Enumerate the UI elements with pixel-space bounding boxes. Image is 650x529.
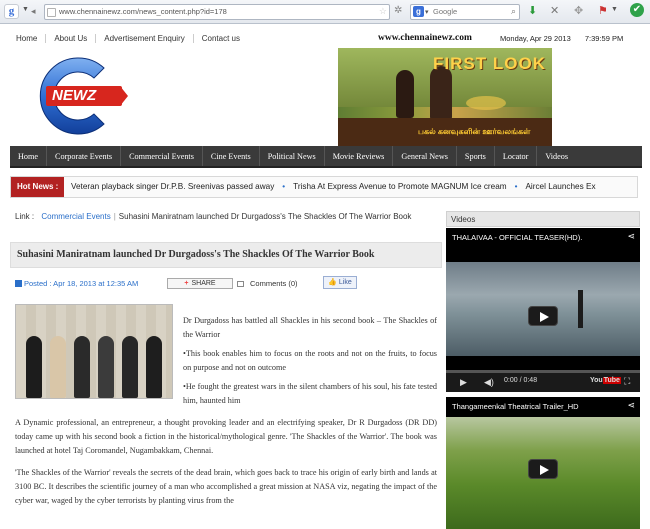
like-label: Like <box>338 279 352 286</box>
ticker-item[interactable]: Veteran playback singer Dr.P.B. Sreeniva… <box>71 182 274 191</box>
video-title[interactable]: Thangameenkal Theatrical Trailer_HD <box>452 402 579 411</box>
volume-icon[interactable]: ◀) <box>484 371 494 392</box>
play-small-icon[interactable]: ▶ <box>460 371 467 392</box>
top-nav-about[interactable]: About Us <box>46 33 97 43</box>
bullet-icon: • <box>514 182 518 191</box>
post-meta: Posted : Apr 18, 2013 at 12:35 AM + SHARE… <box>15 276 440 292</box>
hot-news-ticker: Hot News : Veteran playback singer Dr.P.… <box>10 176 638 198</box>
chevron-down-icon[interactable]: ▾ <box>425 8 429 16</box>
back-icon[interactable]: ◂ <box>31 4 36 18</box>
top-nav-advertisement[interactable]: Advertisement Enquiry <box>96 33 194 43</box>
tools-icon[interactable]: ✕ <box>550 4 559 18</box>
addon-icon[interactable]: ✥ <box>574 4 583 18</box>
breadcrumb-separator: | <box>113 212 116 221</box>
video-controls: ▶ ◀) 0:00 / 0:48 YouTube ⛶ <box>446 370 640 392</box>
site-domain: www.chennainewz.com <box>378 33 472 43</box>
nav-movie-reviews[interactable]: Movie Reviews <box>325 146 394 166</box>
video-player[interactable]: THALAIVAA - OFFICIAL TEASER(HD). ⋖ ▶ ◀) … <box>446 228 640 392</box>
facebook-like-button[interactable]: 👍 Like <box>323 276 357 289</box>
breadcrumb-label: Link : <box>15 212 35 221</box>
status-icon[interactable]: ✔ <box>630 3 644 17</box>
breadcrumb: Link : Commercial Events | Suhasini Manira… <box>15 210 435 224</box>
article-paragraph: A Dynamic professional, an entrepreneur,… <box>15 418 437 455</box>
nav-videos[interactable]: Videos <box>537 146 576 166</box>
search-icon[interactable]: ⌕ <box>511 6 516 17</box>
post-date-text: Posted : Apr 18, 2013 at 12:35 AM <box>24 279 139 288</box>
date-time: Monday, Apr 29 2013 7:39:59 PM <box>500 34 623 43</box>
play-icon[interactable] <box>528 459 558 479</box>
date-text: Monday, Apr 29 2013 <box>500 34 571 43</box>
fullscreen-icon[interactable]: ⛶ <box>624 370 630 392</box>
bullet-icon: • <box>282 182 286 191</box>
youtube-logo[interactable]: YouTube <box>590 370 621 392</box>
ticker-items: Veteran playback singer Dr.P.B. Sreeniva… <box>71 177 596 197</box>
refresh-icon[interactable]: ✲ <box>394 4 402 18</box>
videos-heading: Videos <box>446 211 640 227</box>
article-paragraph: •He fought the greatest wars in the sile… <box>183 382 437 405</box>
chevron-down-icon[interactable]: ▼ <box>22 6 29 13</box>
share-plus-icon: + <box>184 280 189 287</box>
main-nav: Home Corporate Events Commercial Events … <box>10 146 642 168</box>
nav-general-news[interactable]: General News <box>393 146 457 166</box>
bookmark-star-icon[interactable]: ☆ <box>379 6 387 17</box>
comments-link[interactable]: Comments (0) <box>237 279 298 288</box>
article-paragraph: •This book enables him to focus on the r… <box>183 349 437 372</box>
share-icon[interactable]: ⋖ <box>627 400 635 411</box>
nav-corporate-events[interactable]: Corporate Events <box>47 146 122 166</box>
breadcrumb-current: Suhasini Maniratnam launched Dr Durgados… <box>118 212 412 221</box>
nav-cine-events[interactable]: Cine Events <box>203 146 260 166</box>
banner-title: FIRST LOOK <box>433 54 546 73</box>
calendar-icon <box>15 280 22 287</box>
article-paragraph: 'The Shackles of the Warrior' reveals th… <box>15 468 437 505</box>
ticker-item[interactable]: Aircel Launches Ex <box>525 182 595 191</box>
nav-home[interactable]: Home <box>10 146 48 166</box>
video-title[interactable]: THALAIVAA - OFFICIAL TEASER(HD). <box>452 233 582 242</box>
share-icon[interactable]: ⋖ <box>627 231 635 242</box>
banner-decoration <box>466 96 506 110</box>
article-body: Dr Durgadoss has battled all Shackles in… <box>15 304 437 508</box>
nav-political-news[interactable]: Political News <box>260 146 325 166</box>
comments-text: Comments (0) <box>250 279 298 288</box>
share-button[interactable]: + SHARE <box>167 278 233 289</box>
search-input[interactable]: Google <box>433 7 457 16</box>
top-nav-contact[interactable]: Contact us <box>194 34 248 43</box>
flag-icon[interactable]: ⚑ <box>598 4 608 18</box>
banner-figure <box>396 70 414 118</box>
page-icon <box>47 8 56 17</box>
address-bar[interactable]: www.chennainewz.com/news_content.php?id=… <box>44 4 390 20</box>
ticker-item[interactable]: Trisha At Express Avenue to Promote MAGN… <box>293 182 506 191</box>
hot-news-label: Hot News : <box>11 177 65 197</box>
browser-toolbar: g ▼ ◂ www.chennainewz.com/news_content.p… <box>0 0 650 24</box>
article-paragraph: Dr Durgadoss has battled all Shackles in… <box>183 316 437 339</box>
url-text: www.chennainewz.com/news_content.php?id=… <box>59 7 227 16</box>
download-arrow-icon[interactable]: ⬇ <box>528 4 537 18</box>
comment-icon <box>237 281 244 287</box>
post-date: Posted : Apr 18, 2013 at 12:35 AM <box>15 279 138 288</box>
google-search-icon: g <box>413 6 424 17</box>
top-nav: Home About Us Advertisement Enquiry Cont… <box>8 27 248 49</box>
play-icon[interactable] <box>528 306 558 326</box>
search-box[interactable]: g ▾ Google ⌕ <box>410 4 520 20</box>
nav-commercial-events[interactable]: Commercial Events <box>121 146 203 166</box>
chevron-down-icon[interactable]: ▼ <box>611 6 618 13</box>
nav-sports[interactable]: Sports <box>457 146 495 166</box>
time-text: 7:39:59 PM <box>584 34 624 43</box>
breadcrumb-category-link[interactable]: Commercial Events <box>41 212 110 221</box>
videos-sidebar: Videos THALAIVAA - OFFICIAL TEASER(HD). … <box>446 211 640 529</box>
nav-locator[interactable]: Locator <box>495 146 538 166</box>
site-top-bar: Home About Us Advertisement Enquiry Cont… <box>8 27 640 49</box>
site-logo[interactable]: NEWZ <box>26 54 130 138</box>
video-time: 0:00 / 0:48 <box>504 377 538 384</box>
article-title: Suhasini Maniratnam launched Dr Durgados… <box>17 249 375 260</box>
banner-ad[interactable]: FIRST LOOK பகல் கனவுகளின் ஊர்வலங்கள் <box>338 48 552 146</box>
video-figure <box>578 290 583 328</box>
banner-subtitle: பகல் கனவுகளின் ஊர்வலங்கள் <box>418 127 531 136</box>
google-toolbar-icon[interactable]: g <box>4 4 19 19</box>
article-title-bar: Suhasini Maniratnam launched Dr Durgados… <box>10 242 442 268</box>
logo-text: NEWZ <box>52 87 97 104</box>
top-nav-home[interactable]: Home <box>8 33 47 43</box>
video-player[interactable]: Thangameenkal Theatrical Trailer_HD ⋖ <box>446 397 640 529</box>
banner-figure <box>430 66 452 120</box>
share-label: SHARE <box>191 280 216 287</box>
